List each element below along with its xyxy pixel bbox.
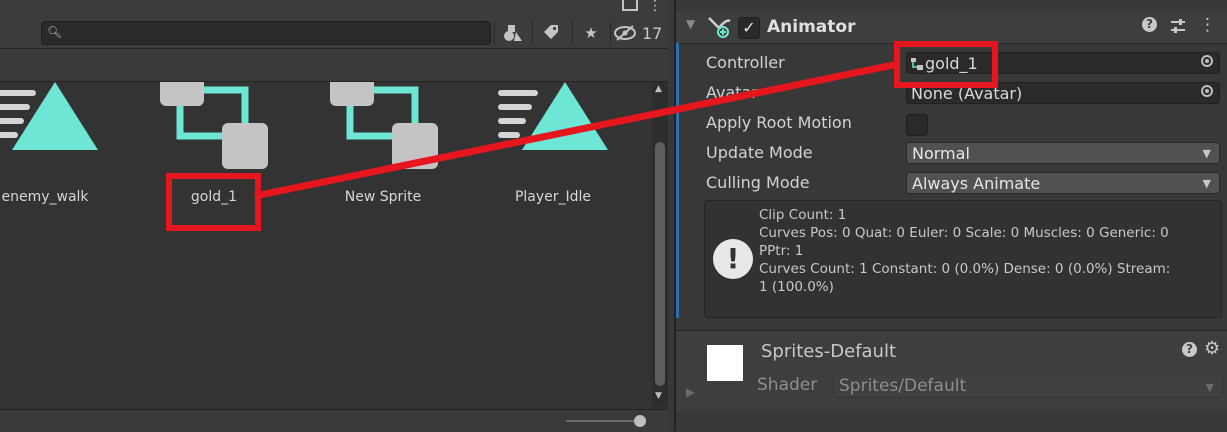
search-input[interactable] <box>62 24 486 42</box>
vertical-scrollbar[interactable]: ▲ ▼ <box>652 82 668 407</box>
annotation-box-asset <box>166 173 261 231</box>
info-line: Curves Pos: 0 Quat: 0 Euler: 0 Scale: 0 … <box>759 225 1169 241</box>
foldout-arrow-icon[interactable]: ▶ <box>686 385 695 399</box>
annotation-box-controller <box>894 41 998 88</box>
asset-label: enemy_walk <box>1 189 89 205</box>
hidden-count: 17 <box>642 24 663 43</box>
material-preview <box>707 345 743 381</box>
asset-tile-gold-1[interactable] <box>150 82 280 182</box>
warning-icon: ! <box>713 239 753 279</box>
update-mode-label: Update Mode <box>706 143 813 162</box>
scroll-up-arrow-icon[interactable]: ▲ <box>655 84 662 94</box>
asset-grid: enemy_walk gold_1 New Sprite Player_Idle <box>0 82 650 407</box>
project-bottom-bar <box>0 409 668 432</box>
animator-controller-icon <box>160 82 268 169</box>
apply-root-motion-checkbox[interactable] <box>906 114 928 136</box>
slider-knob[interactable] <box>634 415 646 427</box>
update-mode-dropdown[interactable]: Normal ▼ <box>906 142 1220 164</box>
animator-controller-icon <box>330 82 438 169</box>
eye-slash-icon <box>614 25 636 41</box>
dropdown-arrow-icon: ▼ <box>1202 177 1211 190</box>
preset-sliders-icon[interactable] <box>1170 18 1186 34</box>
info-line: Curves Count: 1 Constant: 0 (0.0%) Dense… <box>759 261 1171 277</box>
lock-icon[interactable] <box>622 0 638 11</box>
object-picker-icon[interactable] <box>1201 85 1213 97</box>
gear-icon[interactable]: ⚙ <box>1204 338 1220 359</box>
controller-label: Controller <box>706 53 785 72</box>
info-line: 1 (100.0%) <box>759 279 834 295</box>
asset-label: New Sprite <box>344 189 422 205</box>
component-title: Animator <box>767 17 856 37</box>
animator-info-box: ! Clip Count: 1 Curves Pos: 0 Quat: 0 Eu… <box>704 200 1222 318</box>
animation-clip-icon <box>0 82 98 150</box>
icon-size-slider[interactable] <box>566 420 642 422</box>
context-menu-icon[interactable]: ⋮ <box>1199 15 1216 35</box>
filter-by-label-button[interactable] <box>532 21 569 45</box>
object-picker-icon[interactable] <box>1201 55 1213 67</box>
apply-root-motion-label: Apply Root Motion <box>706 113 852 132</box>
info-line: Clip Count: 1 <box>759 207 847 223</box>
kebab-menu-icon[interactable]: ⋮ <box>648 0 662 14</box>
project-panel: ⋮ 🔍︎ ★ 17 enemy_walk gold_1 New Sprite P… <box>0 0 669 432</box>
shader-value: Sprites/Default <box>839 376 967 396</box>
star-icon: ★ <box>584 24 598 42</box>
animator-component-header[interactable]: ▼ ✓ Animator ? ⋮ <box>676 11 1227 44</box>
shader-dropdown[interactable]: Sprites/Default ▼ <box>833 374 1223 398</box>
shapes-icon <box>504 25 522 41</box>
culling-mode-label: Culling Mode <box>706 173 810 192</box>
material-section: Sprites-Default ? ⚙ ▶ Shader Sprites/Def… <box>676 330 1227 411</box>
selection-indicator <box>676 43 679 318</box>
avatar-label: Avatar <box>706 83 758 102</box>
foldout-arrow-icon[interactable]: ▼ <box>686 17 695 31</box>
filter-by-type-button[interactable] <box>494 21 531 45</box>
material-name: Sprites-Default <box>761 341 897 362</box>
scroll-down-arrow-icon[interactable]: ▼ <box>655 391 662 401</box>
material-help-icon[interactable]: ? <box>1182 342 1197 357</box>
culling-mode-value: Always Animate <box>912 174 1041 193</box>
culling-mode-dropdown[interactable]: Always Animate ▼ <box>906 172 1220 194</box>
shader-label: Shader <box>757 375 818 395</box>
asset-label: Player_Idle <box>514 189 592 205</box>
dropdown-arrow-icon: ▼ <box>1205 381 1214 394</box>
animator-component-icon <box>708 17 731 38</box>
update-mode-value: Normal <box>912 144 970 163</box>
search-icon: 🔍︎ <box>47 25 63 39</box>
dropdown-arrow-icon: ▼ <box>1202 147 1211 160</box>
search-field[interactable]: 🔍︎ <box>41 21 491 45</box>
info-line: PPtr: 1 <box>759 243 804 259</box>
enable-checkbox[interactable]: ✓ <box>738 17 760 39</box>
asset-tile-new-sprite[interactable] <box>320 82 450 182</box>
scrollbar-thumb[interactable] <box>655 142 665 386</box>
animation-clip-icon <box>498 82 608 150</box>
project-toolbar: ⋮ 🔍︎ ★ 17 <box>0 0 669 49</box>
breadcrumb-bar <box>0 49 668 82</box>
tag-icon <box>544 25 558 39</box>
help-icon[interactable]: ? <box>1142 17 1157 32</box>
favorites-button[interactable]: ★ <box>572 21 609 45</box>
